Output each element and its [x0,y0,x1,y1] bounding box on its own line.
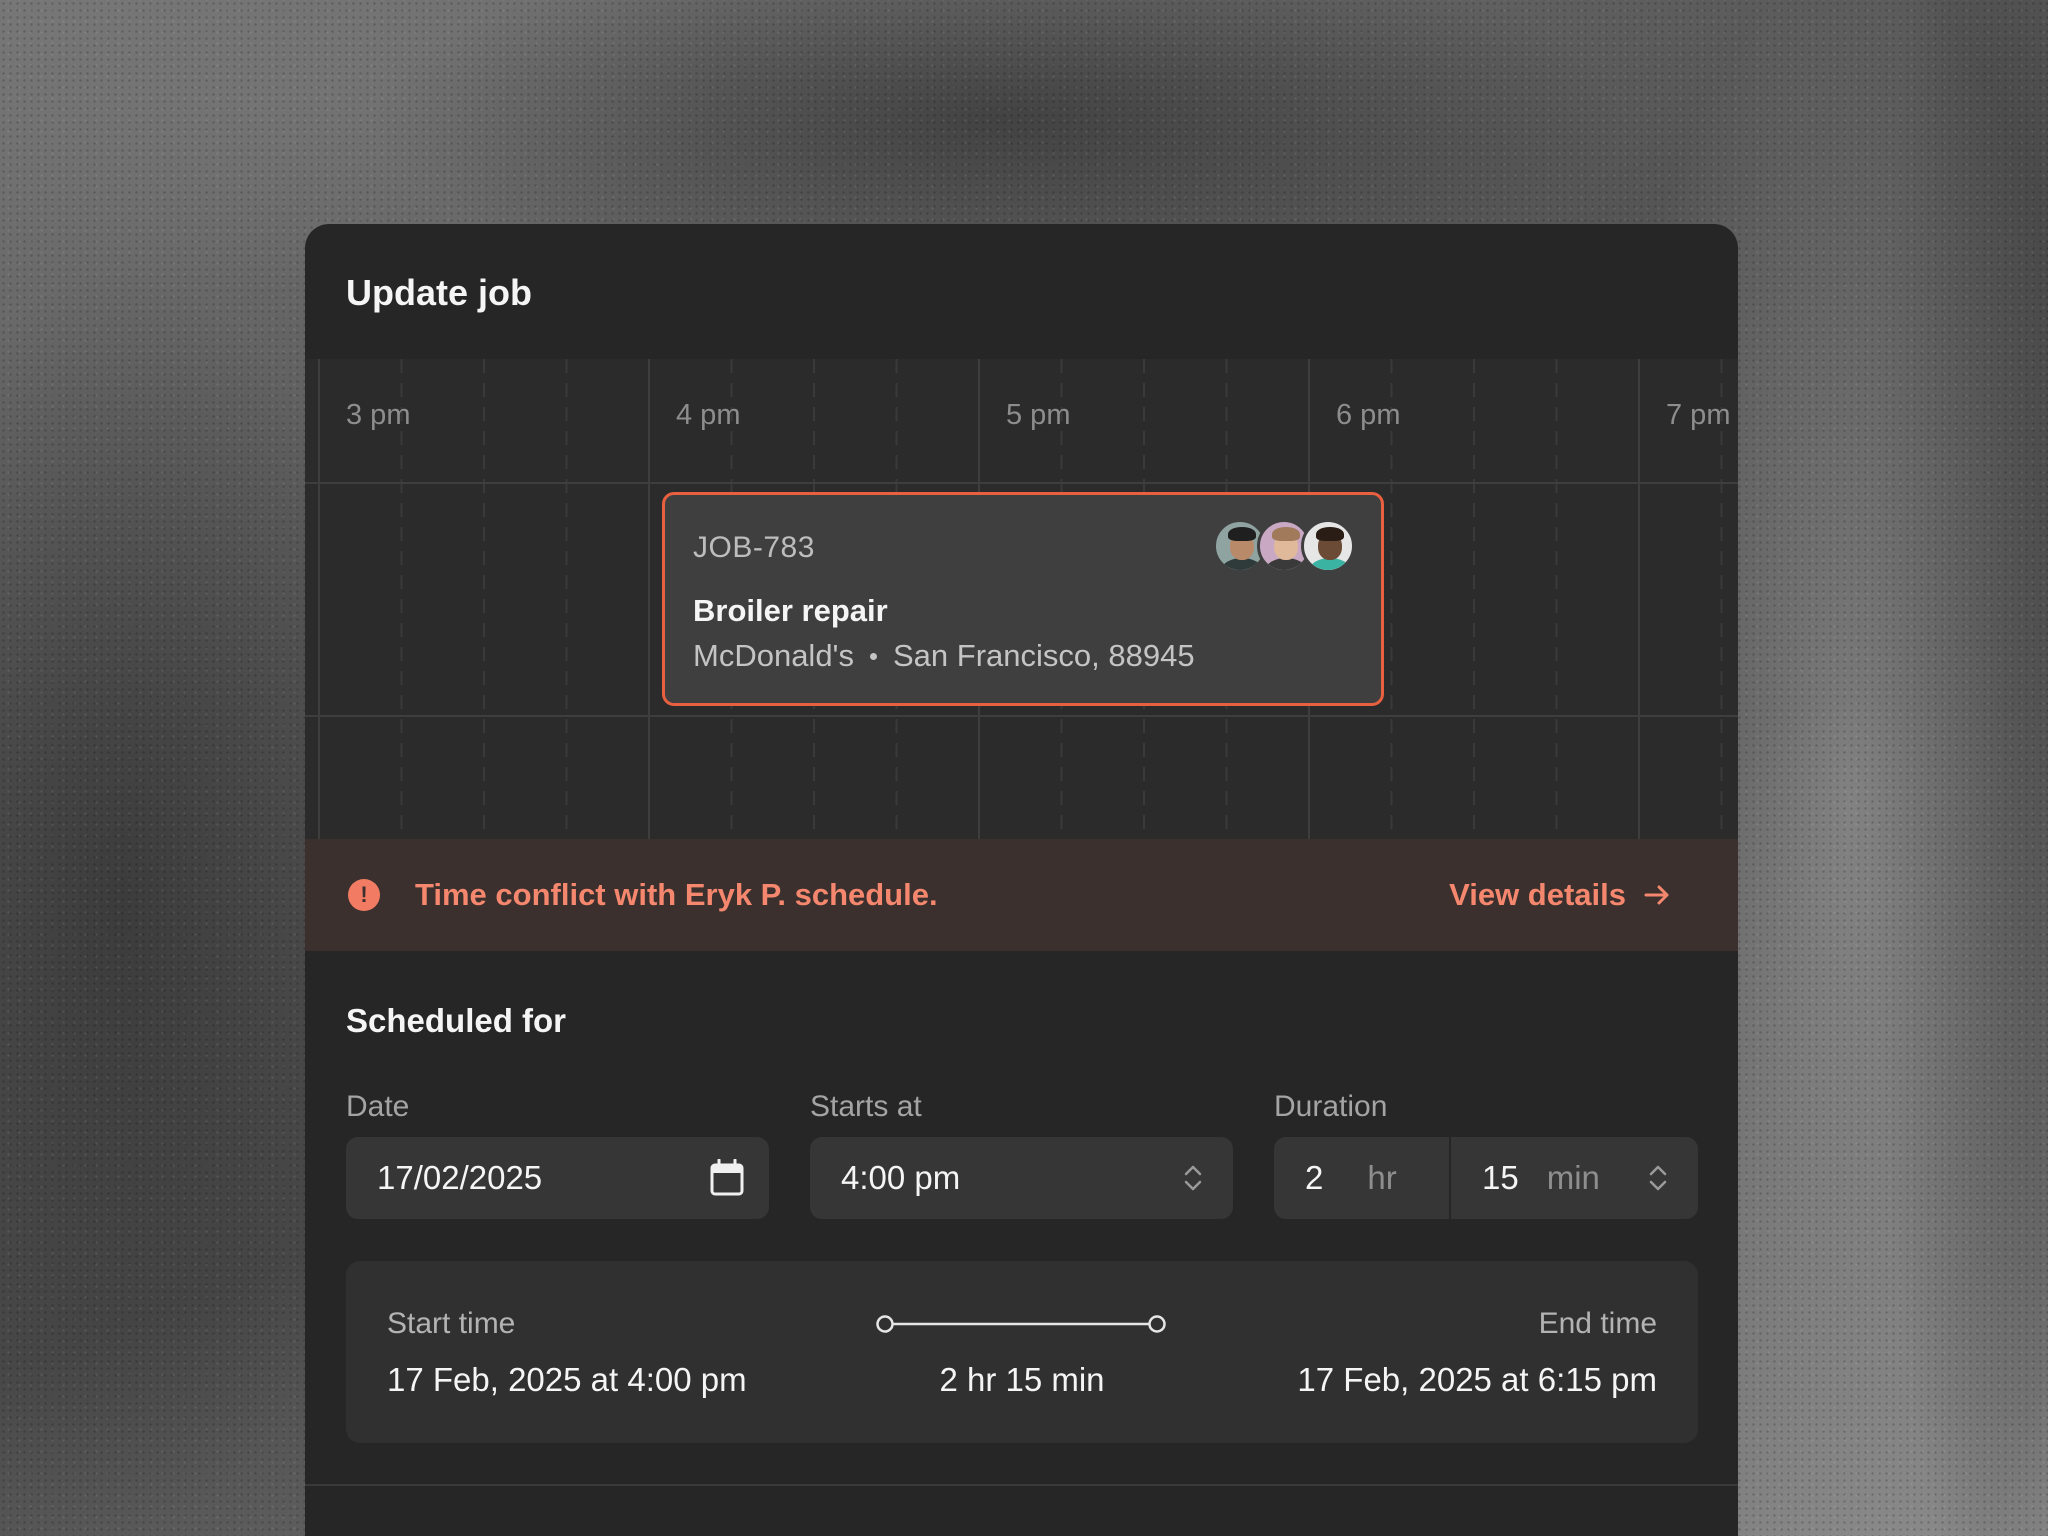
duration-hours-unit: hr [1367,1159,1397,1196]
schedule-summary: Start time 17 Feb, 2025 at 4:00 pm 2 hr … [346,1261,1698,1443]
date-value: 17/02/2025 [377,1159,543,1196]
start-time-label: Start time [387,1307,516,1340]
view-details-link[interactable]: View details [1449,877,1672,913]
end-time-label: End time [1538,1307,1657,1340]
hour-label: 7 pm [1666,399,1731,431]
avatar-body [1265,558,1307,570]
duration-label: Duration [1274,1090,1388,1123]
section-title: Scheduled for [346,1002,567,1039]
update-job-dialog: Update job 3 pm 4 pm 5 pm 6 pm 7 pm JOB-… [305,224,1738,1536]
chevron-up-down-icon[interactable] [1181,1162,1205,1194]
separator-dot [869,652,877,660]
duration-minutes-unit: min [1546,1159,1600,1196]
calendar-icon[interactable] [709,1159,745,1197]
job-meta: McDonald's San Francisco, 88945 [693,638,1195,674]
divider [305,1484,1738,1486]
hour-label: 4 pm [676,399,741,431]
assignee-avatars[interactable] [1213,519,1355,573]
arrow-right-icon [1644,885,1669,905]
hour-label: 6 pm [1336,399,1401,431]
avatar-hair [1272,527,1300,541]
starts-at-select[interactable]: 4:00 pm [810,1137,1233,1219]
end-time-value: 17 Feb, 2025 at 6:15 pm [1297,1361,1657,1398]
conflict-banner: ! Time conflict with Eryk P. schedule. V… [305,839,1738,951]
job-card[interactable]: JOB-783 Broiler repair McDonald's San Fr… [662,492,1384,706]
avatar-body [1221,558,1263,570]
duration-minutes: 15 [1482,1159,1519,1196]
dialog-title: Update job [346,272,532,313]
avatar[interactable] [1301,519,1355,573]
job-customer: McDonald's [693,638,854,673]
avatar-hair [1316,527,1344,541]
avatar-hair [1228,527,1256,541]
starts-at-value: 4:00 pm [841,1159,961,1196]
conflict-message: Time conflict with Eryk P. schedule. [415,877,938,912]
view-details-label: View details [1449,877,1626,912]
hour-label: 3 pm [346,399,411,431]
date-label: Date [346,1090,410,1123]
date-input[interactable]: 17/02/2025 [346,1137,769,1219]
hour-label: 5 pm [1006,399,1071,431]
chevron-up-down-icon[interactable] [1646,1162,1670,1194]
job-location: San Francisco, 88945 [892,638,1195,673]
duration-hours: 2 [1305,1159,1324,1196]
job-id: JOB-783 [693,531,815,564]
job-title: Broiler repair [693,593,888,628]
duration-range-line [876,1315,1166,1333]
starts-at-label: Starts at [810,1090,922,1123]
duration-hours-field[interactable]: 2 hr [1274,1137,1450,1219]
duration-input[interactable]: 2 hr 15 min [1274,1137,1698,1219]
alert-circle-icon: ! [348,879,380,911]
avatar-body [1309,558,1351,570]
